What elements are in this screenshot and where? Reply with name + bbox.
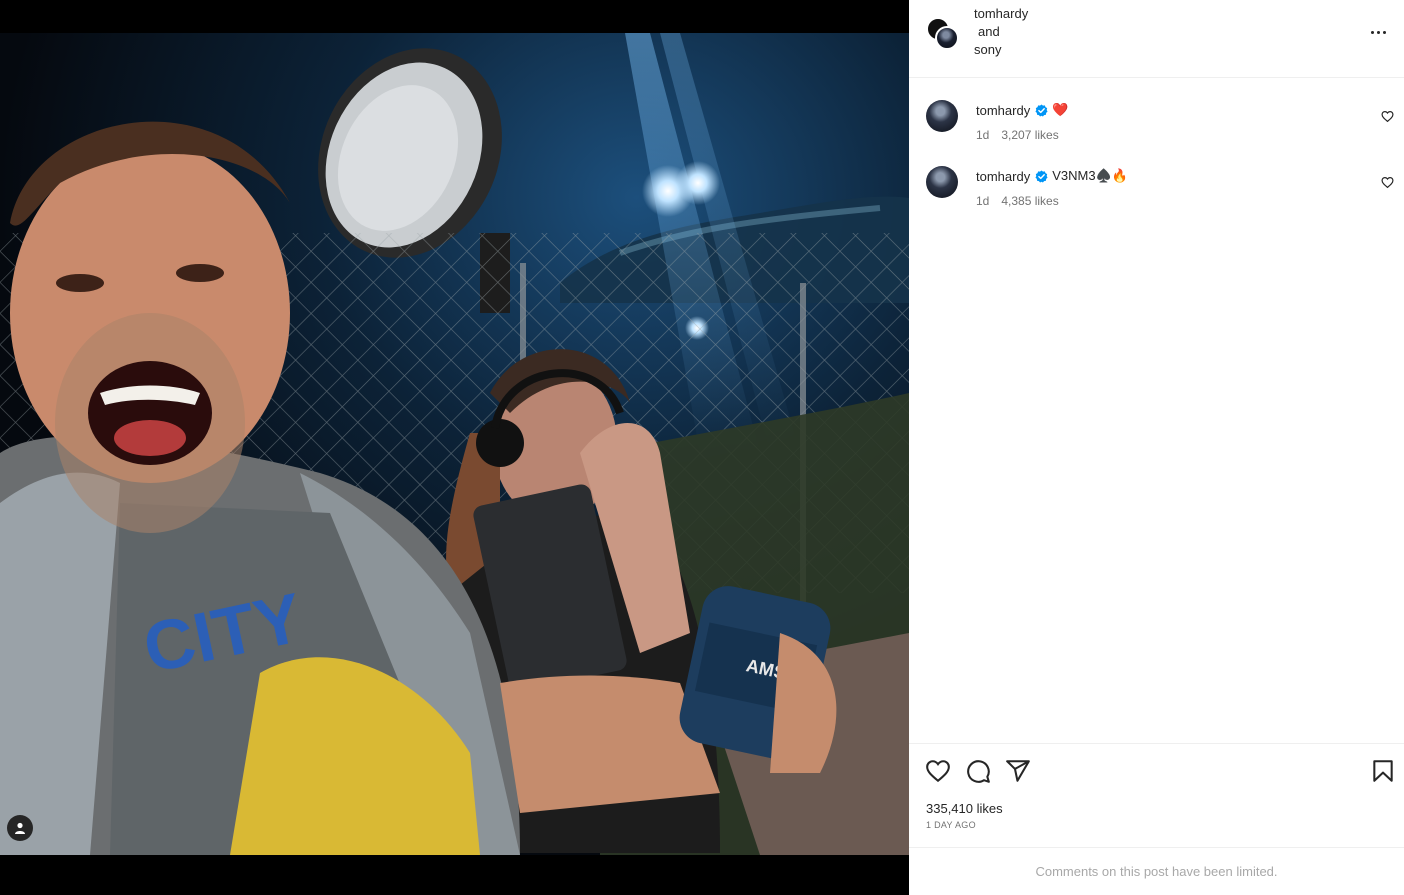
- user-tag-button[interactable]: [7, 815, 33, 841]
- more-dot: [1370, 30, 1374, 34]
- collab-avatars[interactable]: [926, 17, 960, 51]
- comment-icon[interactable]: [965, 758, 991, 784]
- comment-likes[interactable]: 3,207 likes: [1001, 128, 1058, 142]
- heart-icon[interactable]: [1381, 110, 1394, 123]
- post-panel: tomhardy and sony tomhardy ❤️ 1d 3,207 l…: [909, 0, 1404, 895]
- heart-icon[interactable]: [1381, 176, 1394, 189]
- comment-line: tomhardy ❤️: [976, 102, 1068, 118]
- comments-limited-notice: Comments on this post have been limited.: [909, 847, 1404, 895]
- heart-icon[interactable]: [925, 758, 951, 784]
- comment-age[interactable]: 1d: [976, 128, 989, 142]
- comment-username[interactable]: tomhardy: [976, 169, 1030, 184]
- comment-username[interactable]: tomhardy: [976, 103, 1030, 118]
- comment-meta: 1d 4,385 likes: [976, 194, 1059, 208]
- avatar[interactable]: [926, 166, 958, 198]
- collaborator-link[interactable]: sony: [974, 41, 1028, 59]
- comments-list: tomhardy ❤️ 1d 3,207 likes tomhardy V3NM…: [909, 78, 1404, 210]
- verified-icon: [1035, 103, 1048, 117]
- photo-illustration: CITY AMST: [0, 33, 909, 855]
- comment-age[interactable]: 1d: [976, 194, 989, 208]
- collaborator-conjunction: and: [978, 24, 1000, 39]
- post-likes-count[interactable]: 335,410 likes: [926, 801, 1003, 816]
- comment-item: tomhardy ❤️ 1d 3,207 likes: [909, 78, 1404, 144]
- verified-icon: [1035, 169, 1048, 183]
- save-icon[interactable]: [1370, 758, 1396, 784]
- collaborator-names: tomhardy and sony: [974, 5, 1028, 59]
- comment-item: tomhardy V3NM3♠️🔥 1d 4,385 likes: [909, 144, 1404, 210]
- post-header: tomhardy and sony: [909, 0, 1404, 78]
- post-media: CITY AMST: [0, 0, 909, 895]
- post-photo[interactable]: CITY AMST: [0, 33, 909, 855]
- avatar[interactable]: [926, 100, 958, 132]
- collaborator-link[interactable]: tomhardy: [974, 5, 1028, 23]
- comment-line: tomhardy V3NM3♠️🔥: [976, 168, 1128, 184]
- user-tag-icon: [15, 822, 25, 834]
- comment-emoji: ❤️: [1052, 102, 1069, 117]
- more-options-button[interactable]: [1366, 22, 1390, 42]
- more-dot: [1376, 30, 1380, 34]
- comment-likes[interactable]: 4,385 likes: [1001, 194, 1058, 208]
- post-actions: 335,410 likes 1 DAY AGO: [909, 743, 1404, 847]
- post-timestamp[interactable]: 1 DAY AGO: [926, 820, 976, 830]
- share-icon[interactable]: [1005, 758, 1031, 784]
- avatar: [935, 26, 959, 50]
- more-dot: [1382, 30, 1386, 34]
- comment-meta: 1d 3,207 likes: [976, 128, 1059, 142]
- comment-text: V3NM3♠️🔥: [1052, 168, 1128, 183]
